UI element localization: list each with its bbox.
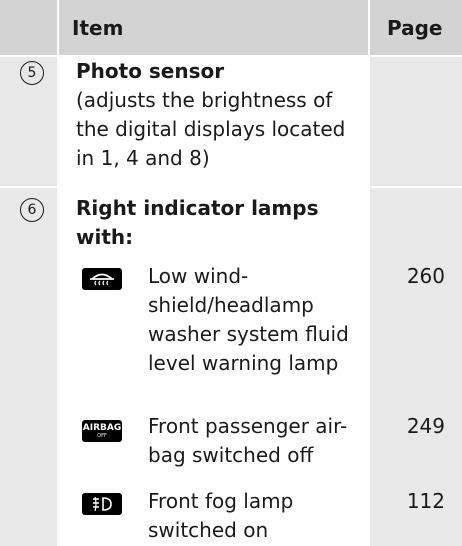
column-divider	[57, 0, 59, 55]
row-description: (adjusts the brightness of	[76, 88, 333, 112]
row-number-badge: 6	[20, 198, 44, 222]
page-number: 249	[406, 414, 445, 438]
header-page: Page	[387, 16, 443, 40]
row-title: with:	[76, 225, 134, 249]
front-fog-lamp-icon	[82, 493, 122, 515]
page-number: 260	[406, 264, 445, 288]
row-title: Photo sensor	[76, 59, 225, 83]
lamp-description: shield/headlamp	[148, 293, 314, 317]
row-description: in 1, 4 and 8)	[76, 146, 210, 170]
lamp-description: switched on	[148, 518, 269, 542]
row-divider	[0, 55, 462, 57]
lamp-description: washer system fluid	[148, 322, 349, 346]
lamp-description: Front passenger air-	[148, 414, 348, 438]
lamp-description: Front fog lamp	[148, 489, 294, 513]
airbag-off-icon: AIRBAG OFF	[82, 420, 122, 442]
airbag-icon-label: AIRBAG	[82, 422, 122, 433]
lamp-description: level warning lamp	[148, 351, 339, 375]
lamp-description: Low wind-	[148, 264, 249, 288]
washer-fluid-icon	[82, 268, 122, 290]
column-divider	[368, 0, 370, 546]
row-number-badge: 5	[20, 61, 44, 85]
column-divider	[368, 0, 370, 55]
page-number: 112	[406, 489, 445, 513]
airbag-icon-sublabel: OFF	[97, 432, 107, 439]
header-item: Item	[72, 16, 124, 40]
table-header: Item Page	[0, 0, 462, 55]
item-page-table: Item Page 5 Photo sensor (adjusts the br…	[0, 0, 462, 546]
lamp-description: bag switched off	[148, 443, 314, 467]
column-divider	[57, 0, 59, 546]
row-divider	[0, 186, 462, 188]
row-title: Right indicator lamps	[76, 196, 319, 220]
row-description: the digital displays located	[76, 117, 346, 141]
